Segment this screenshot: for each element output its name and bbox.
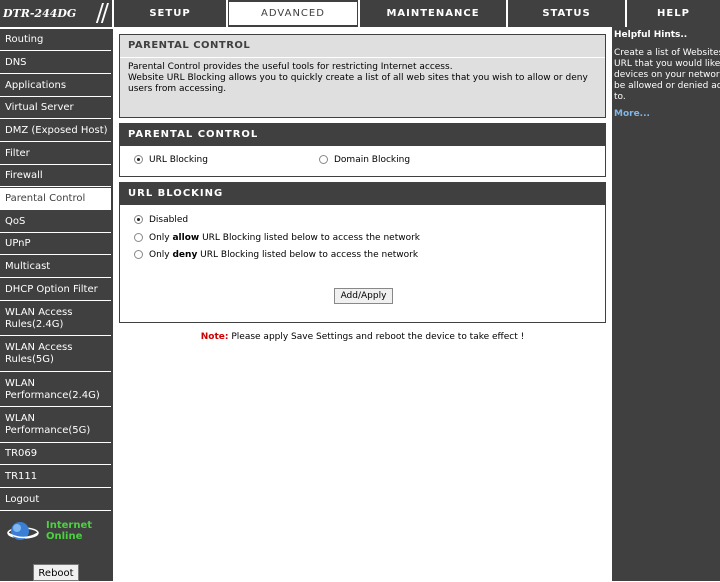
sidebar-item-wlan-performance-5g[interactable]: WLAN Performance(5G) [0,408,111,443]
sidebar-item-tr069[interactable]: TR069 [0,444,111,465]
globe-icon [7,522,39,540]
sidebar-item-routing[interactable]: Routing [0,29,111,51]
url-blocking-label: URL Blocking [149,155,208,165]
sidebar: Routing DNS Applications Virtual Server … [0,29,113,581]
sidebar-item-wlan-access-rules-5g[interactable]: WLAN Access Rules(5G) [0,337,111,372]
reboot-button[interactable]: Reboot [33,564,79,581]
deny-label-post: URL Blocking listed below to access the … [197,250,419,260]
sidebar-item-parental-control[interactable]: Parental Control [0,188,111,210]
hints-line: be allowed or denied acc [614,81,720,91]
sidebar-item-dns[interactable]: DNS [0,52,111,74]
allow-radio[interactable] [134,233,143,242]
hints-line: Create a list of Websites [614,48,720,58]
url-blocking-panel-title: URL BLOCKING [120,183,605,205]
internet-status-text: Internet Online [46,520,92,542]
sidebar-item-qos[interactable]: QoS [0,211,111,233]
note-label: Note: [200,332,229,342]
sidebar-item-logout[interactable]: Logout [0,489,111,511]
deny-label-bold: deny [172,250,198,260]
url-blocking-radio[interactable] [134,155,143,164]
deny-label-pre: Only [149,250,173,260]
deny-radio[interactable] [134,250,143,259]
model-name: DTR-244DG [3,7,77,20]
sidebar-item-dhcp-option-filter[interactable]: DHCP Option Filter [0,279,111,301]
note-body: Please apply Save Settings and reboot th… [228,332,525,342]
more-link[interactable]: More... [612,103,720,119]
url-blocking-panel: URL BLOCKING Disabled Only allow URL Blo… [119,182,606,323]
helpful-hints-panel: Helpful Hints.. Create a list of Website… [612,27,720,581]
disabled-option[interactable]: Disabled [134,215,188,226]
status-line-online: Online [46,531,83,542]
page-title: PARENTAL CONTROL [120,35,605,58]
status-line-internet: Internet [46,520,93,531]
sidebar-item-tr111[interactable]: TR111 [0,466,111,488]
domain-blocking-option[interactable]: Domain Blocking [319,155,410,166]
tab-status[interactable]: STATUS [508,2,625,25]
sidebar-item-virtual-server[interactable]: Virtual Server [0,98,111,119]
main-content: PARENTAL CONTROL Parental Control provid… [113,27,612,581]
tab-help[interactable]: HELP [627,2,720,25]
top-nav-bar: DTR-244DG // SETUP ADVANCED MAINTENANCE … [0,0,720,27]
hints-line: to. [614,92,626,102]
hints-text: Create a list of Websites URL that you w… [612,44,720,103]
sidebar-item-upnp[interactable]: UPnP [0,234,111,255]
allow-label-post: URL Blocking listed below to access the … [199,233,421,243]
sidebar-item-wlan-access-rules-24g[interactable]: WLAN Access Rules(2.4G) [0,302,111,336]
tab-maintenance[interactable]: MAINTENANCE [360,2,506,25]
mode-panel-title: PARENTAL CONTROL [120,124,605,146]
disabled-radio[interactable] [134,215,143,224]
allow-label-bold: allow [172,233,200,243]
allow-label-pre: Only [149,233,173,243]
add-apply-button[interactable]: Add/Apply [334,288,393,304]
sidebar-item-filter[interactable]: Filter [0,143,111,165]
intro-text: Parental Control provides the useful too… [120,58,605,95]
note-text: Note: Please apply Save Settings and reb… [113,332,612,342]
hints-line: URL that you would like t [614,59,720,69]
mode-panel: PARENTAL CONTROL URL Blocking Domain Blo… [119,123,606,177]
sidebar-item-multicast[interactable]: Multicast [0,256,111,278]
sidebar-item-wlan-performance-24g[interactable]: WLAN Performance(2.4G) [0,373,111,407]
tab-divider [226,0,228,27]
intro-line-2: Website URL Blocking allows you to quick… [128,73,588,94]
disabled-label: Disabled [149,215,189,225]
intro-line-1: Parental Control provides the useful too… [128,62,453,72]
domain-blocking-label: Domain Blocking [334,155,411,165]
internet-status: Internet Online [6,518,106,548]
tab-advanced[interactable]: ADVANCED [229,2,357,25]
brand-logo: DTR-244DG // [0,0,112,27]
tab-setup[interactable]: SETUP [114,2,226,25]
intro-panel: PARENTAL CONTROL Parental Control provid… [119,34,606,118]
sidebar-item-dmz[interactable]: DMZ (Exposed Host) [0,120,111,142]
deny-option[interactable]: Only deny URL Blocking listed below to a… [134,250,418,261]
sidebar-item-firewall[interactable]: Firewall [0,166,111,187]
sidebar-item-applications[interactable]: Applications [0,75,111,97]
hints-line: devices on your network [614,70,720,80]
hints-title: Helpful Hints.. [614,30,688,40]
domain-blocking-radio[interactable] [319,155,328,164]
allow-option[interactable]: Only allow URL Blocking listed below to … [134,233,420,244]
url-blocking-option[interactable]: URL Blocking [134,155,208,166]
logo-slashes-icon: // [95,0,109,27]
